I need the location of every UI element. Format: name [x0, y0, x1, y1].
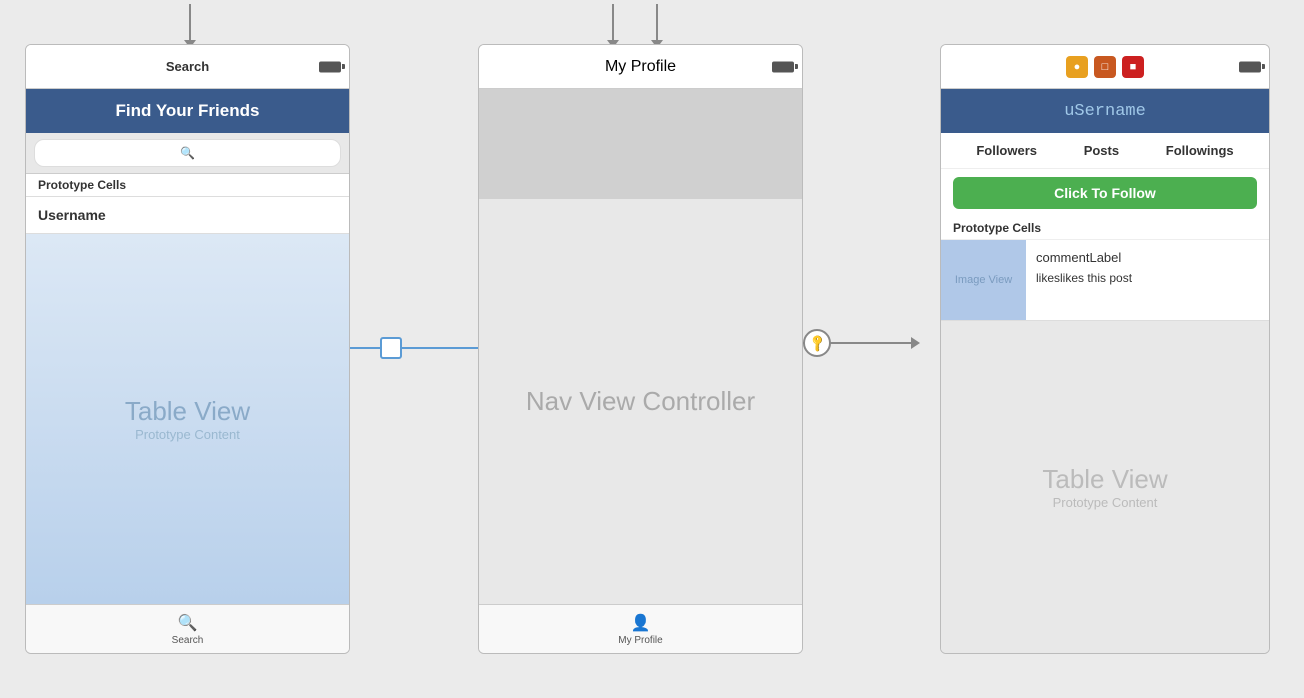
key-icon: 🔑	[807, 333, 827, 353]
table-view-label2: Table View	[1042, 464, 1167, 495]
screen1-title: Search	[166, 59, 209, 74]
red-icon-symbol: ■	[1130, 61, 1137, 73]
yellow-icon: ●	[1066, 56, 1088, 78]
screen1-frame: Search Find Your Friends 🔍 Prototype Cel…	[25, 44, 350, 654]
nav-view-controller-label: Nav View Controller	[526, 386, 755, 417]
red-icon: ■	[1122, 56, 1144, 78]
profile-tab-icon: 👤	[631, 613, 651, 633]
yellow-icon-symbol: ●	[1074, 61, 1081, 73]
search-bar[interactable]: 🔍	[34, 139, 341, 167]
arrow-line2	[402, 347, 490, 349]
table-view-sub: Prototype Content	[135, 427, 240, 442]
post-row: Image View commentLabel likeslikes this …	[941, 240, 1269, 321]
circle-connector: 🔑	[803, 329, 831, 357]
top-bar-icons: ● □ ■	[1066, 56, 1144, 78]
search-bar-container: 🔍	[26, 133, 349, 174]
profile-stats: Followers Posts Followings	[941, 133, 1269, 169]
followings-stat: Followings	[1166, 143, 1234, 158]
top-arrow-screen2b	[651, 4, 663, 48]
followers-stat: Followers	[976, 143, 1037, 158]
screen2-middle: Nav View Controller	[479, 199, 802, 604]
screen2-title: My Profile	[605, 58, 676, 76]
search-tab-icon: 🔍	[178, 613, 198, 633]
orange-icon-symbol: □	[1102, 61, 1109, 73]
comment-label: commentLabel	[1036, 250, 1132, 265]
battery-icon	[319, 61, 341, 72]
screen1-content: Search Find Your Friends 🔍 Prototype Cel…	[26, 45, 349, 653]
screen1-title-bar: Search	[26, 45, 349, 89]
screen1-nav-title: Find Your Friends	[116, 101, 260, 121]
screen3-table-view: Table View Prototype Content	[941, 321, 1269, 653]
arrow-shaft	[189, 4, 191, 40]
image-view-box: Image View	[941, 240, 1026, 320]
screen2-gray-top	[479, 89, 802, 199]
arrow-screen2-to-screen3: 🔑	[803, 337, 920, 349]
battery-icon2	[772, 61, 794, 72]
canvas: Search Find Your Friends 🔍 Prototype Cel…	[0, 0, 1304, 698]
orange-icon: □	[1094, 56, 1116, 78]
arrow-line	[350, 347, 380, 349]
top-arrow-screen1	[184, 4, 196, 48]
profile-nav-bar: uSername	[941, 89, 1269, 133]
profile-tab-label: My Profile	[618, 635, 662, 646]
username-row: Username	[26, 197, 349, 234]
screen2-title-bar: My Profile	[479, 45, 802, 89]
search-tab-label: Search	[172, 635, 204, 646]
table-view-sub2: Prototype Content	[1053, 495, 1158, 510]
gray-line2	[853, 342, 911, 344]
table-view-label: Table View	[125, 396, 250, 427]
image-view-label: Image View	[955, 274, 1012, 286]
battery-icon3	[1239, 61, 1261, 72]
follow-btn-wrapper: Click To Follow	[941, 169, 1269, 217]
prototype-cells-label: Prototype Cells	[26, 174, 349, 197]
follow-button[interactable]: Click To Follow	[953, 177, 1257, 209]
likes-label: likeslikes this post	[1036, 271, 1132, 285]
top-arrow-screen2a	[607, 4, 619, 48]
screen2-content: My Profile Nav View Controller 👤 My Prof…	[479, 45, 802, 653]
screen2-frame: My Profile Nav View Controller 👤 My Prof…	[478, 44, 803, 654]
square-connector	[380, 337, 402, 359]
search-magnify-icon: 🔍	[180, 146, 195, 160]
posts-stat: Posts	[1084, 143, 1119, 158]
arrow-shaft	[612, 4, 614, 40]
screen1-tab-bar: 🔍 Search	[26, 604, 349, 653]
gray-arrow-head	[911, 337, 920, 349]
username-title: uSername	[1064, 102, 1146, 121]
screen3-frame: ● □ ■ uSername Followers Posts	[940, 44, 1270, 654]
screen2-tab-bar: 👤 My Profile	[479, 604, 802, 653]
screen3-content: ● □ ■ uSername Followers Posts	[941, 45, 1269, 653]
arrow-shaft	[656, 4, 658, 40]
post-info: commentLabel likeslikes this post	[1026, 240, 1142, 320]
screen3-top-bar: ● □ ■	[941, 45, 1269, 89]
arrow-screen1-to-screen2	[350, 337, 499, 359]
screen1-table-view: Table View Prototype Content	[26, 234, 349, 604]
prototype-cells-label2: Prototype Cells	[941, 217, 1269, 240]
screen1-nav-bar: Find Your Friends	[26, 89, 349, 133]
